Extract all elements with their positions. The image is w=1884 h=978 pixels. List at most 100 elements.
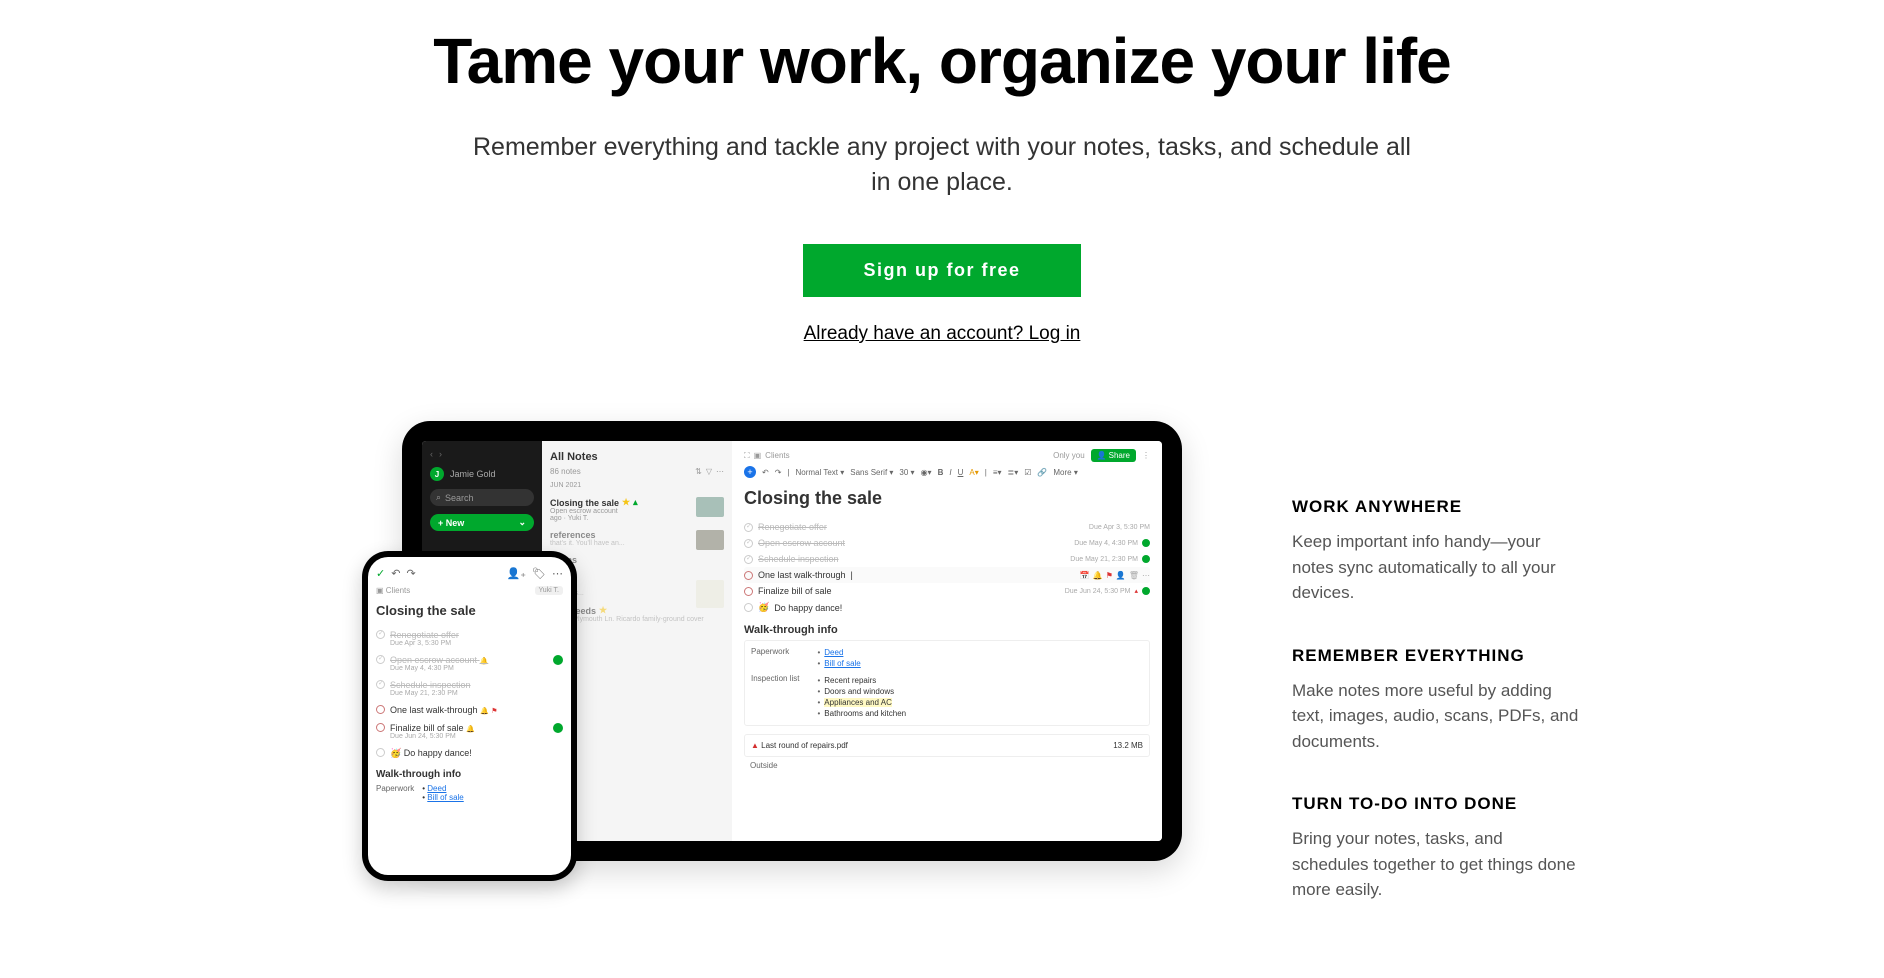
link-icon[interactable]: 🔗 (1037, 468, 1047, 477)
sidebar-nav-arrows[interactable]: ‹ › (430, 449, 534, 459)
task-checkbox[interactable] (376, 748, 385, 757)
more-icon[interactable]: ⋮ (1142, 451, 1150, 460)
phone-breadcrumb[interactable]: Clients (386, 586, 410, 595)
check-icon[interactable]: ✓ (376, 567, 385, 580)
task-checkbox[interactable] (376, 680, 385, 689)
task-row[interactable]: 🥳 Do happy dance! (376, 744, 563, 763)
number-list-icon[interactable]: ≣▾ (1008, 468, 1019, 477)
undo-icon[interactable]: ↶ (391, 567, 400, 580)
task-row[interactable]: Open escrow accountDue May 4, 4:30 PM (744, 535, 1150, 551)
task-row[interactable]: Finalize bill of saleDue Jun 24, 5:30 PM… (744, 583, 1150, 599)
task-actions[interactable]: 📅🔔⚑👤🗑⋯ (1080, 571, 1150, 580)
attachment-box[interactable]: ▲ Last round of repairs.pdf 13.2 MB (744, 734, 1150, 757)
task-row[interactable]: One last walk-through 🔔 ⚑ (376, 701, 563, 719)
feature-block: TURN TO-DO INTO DONE Bring your notes, t… (1292, 794, 1582, 903)
forward-icon[interactable]: › (439, 449, 442, 459)
more-icon[interactable]: ⋯ (1142, 571, 1150, 580)
editor-toolbar[interactable]: + ↶ ↷| Normal Text ▾ Sans Serif ▾ 30 ▾ ◉… (744, 466, 1150, 478)
breadcrumb-text: Clients (765, 451, 789, 460)
plus-icon: + (438, 518, 443, 528)
tag-icon[interactable]: 🏷 (532, 567, 546, 580)
redo-icon[interactable]: ↷ (406, 567, 415, 580)
sort-icon[interactable]: ⇅ (695, 467, 702, 476)
task-checkbox[interactable] (744, 523, 753, 532)
link-bill[interactable]: Bill of sale (824, 659, 860, 668)
phone-tag[interactable]: Yuki T. (535, 586, 564, 595)
font-select[interactable]: Sans Serif ▾ (850, 468, 893, 477)
emoji-icon: 🥳 (758, 602, 769, 613)
note-item[interactable]: Closing the sale ★ ▴ Open escrow account… (550, 493, 724, 526)
phone-note-title[interactable]: Closing the sale (376, 603, 563, 618)
checklist-icon[interactable]: ☑ (1024, 468, 1031, 477)
more-button[interactable]: More ▾ (1053, 468, 1077, 477)
editor-breadcrumb[interactable]: ⛶ ▣ Clients (744, 451, 790, 461)
more-icon[interactable]: ⋯ (716, 467, 724, 476)
sidebar-new-button[interactable]: + New ⌄ (430, 514, 534, 531)
task-row[interactable]: Renegotiate offerDue Apr 3, 5:30 PM (744, 519, 1150, 535)
color-icon[interactable]: ◉▾ (921, 468, 932, 477)
task-checkbox[interactable] (744, 571, 753, 580)
task-due: Due Jun 24, 5:30 PM (1065, 588, 1131, 595)
undo-icon[interactable]: ↶ (762, 468, 769, 477)
task-checkbox[interactable] (744, 587, 753, 596)
task-text[interactable]: One last walk-through (758, 570, 846, 580)
flag-icon[interactable]: ⚑ (1106, 571, 1113, 580)
trash-icon[interactable]: 🗑 (1129, 571, 1139, 580)
task-row[interactable]: Finalize bill of sale 🔔Due Jun 24, 5:30 … (376, 719, 563, 744)
italic-icon[interactable]: I (949, 468, 951, 477)
style-select[interactable]: Normal Text ▾ (795, 468, 844, 477)
task-checkbox[interactable] (376, 723, 385, 732)
bold-icon[interactable]: B (938, 468, 944, 477)
task-checkbox[interactable] (744, 539, 753, 548)
calendar-icon[interactable]: 📅 (1080, 571, 1090, 580)
sidebar-user[interactable]: J Jamie Gold (430, 467, 534, 481)
note-item[interactable]: references that's it. You'll have an... (550, 526, 724, 551)
task-text: Do happy dance! (774, 603, 842, 613)
feature-title: WORK ANYWHERE (1292, 497, 1582, 517)
inspection-item: Recent repairs (817, 675, 906, 686)
flag-icon: ⚑ (491, 708, 497, 715)
bell-icon[interactable]: 🔔 (1093, 571, 1103, 580)
person-icon[interactable]: 👤 (1116, 571, 1126, 580)
note-editor: ⛶ ▣ Clients Only you 👤Share ⋮ + ↶ (732, 441, 1162, 841)
highlight-icon[interactable]: A▾ (969, 468, 978, 477)
size-select[interactable]: 30 ▾ (899, 468, 914, 477)
bullet-list-icon[interactable]: ≡▾ (993, 468, 1002, 477)
section-heading: Walk-through info (744, 624, 1150, 636)
task-due: Due May 4, 4:30 PM (1074, 540, 1138, 547)
task-checkbox[interactable] (744, 603, 753, 612)
person-add-icon[interactable]: 👤₊ (507, 567, 527, 580)
signup-button[interactable]: Sign up for free (803, 244, 1080, 297)
insert-button[interactable]: + (744, 466, 756, 478)
login-link[interactable]: Already have an account? Log in (20, 323, 1864, 345)
notelist-controls[interactable]: ⇅ ▽ ⋯ (695, 467, 724, 476)
filter-icon[interactable]: ▽ (706, 467, 712, 476)
star-icon: ★ (599, 605, 607, 616)
link-deed[interactable]: Deed (427, 784, 446, 793)
sidebar-search[interactable]: ⌕ Search (430, 489, 534, 506)
back-icon[interactable]: ‹ (430, 449, 433, 459)
walk-label: Inspection list (751, 674, 799, 683)
share-button[interactable]: 👤Share (1091, 449, 1136, 462)
task-row[interactable]: Open escrow account 🔔Due May 4, 4:30 PM (376, 651, 563, 676)
task-row[interactable]: Renegotiate offerDue Apr 3, 5:30 PM (376, 626, 563, 651)
task-checkbox[interactable] (376, 655, 385, 664)
note-title: Closing the sale (550, 498, 619, 508)
features-list: WORK ANYWHERE Keep important info handy—… (1292, 421, 1582, 943)
task-row[interactable]: One last walk-through|📅🔔⚑👤🗑⋯ (744, 567, 1150, 583)
task-row[interactable]: 🥳 Do happy dance! (744, 599, 1150, 616)
link-bill[interactable]: Bill of sale (427, 793, 463, 802)
redo-icon[interactable]: ↷ (775, 468, 782, 477)
note-title[interactable]: Closing the sale (744, 488, 1150, 509)
underline-icon[interactable]: U (958, 468, 964, 477)
share-label: Share (1109, 451, 1130, 460)
link-deed[interactable]: Deed (824, 648, 843, 657)
task-checkbox[interactable] (376, 630, 385, 639)
task-row[interactable]: Schedule inspectionDue May 21, 2:30 PM (376, 676, 563, 701)
more-icon[interactable]: ⋯ (552, 567, 563, 580)
task-checkbox[interactable] (744, 555, 753, 564)
expand-icon[interactable]: ⛶ (744, 451, 750, 461)
task-row[interactable]: Schedule inspectionDue May 21, 2:30 PM (744, 551, 1150, 567)
task-checkbox[interactable] (376, 705, 385, 714)
chevron-down-icon[interactable]: ⌄ (518, 517, 526, 528)
